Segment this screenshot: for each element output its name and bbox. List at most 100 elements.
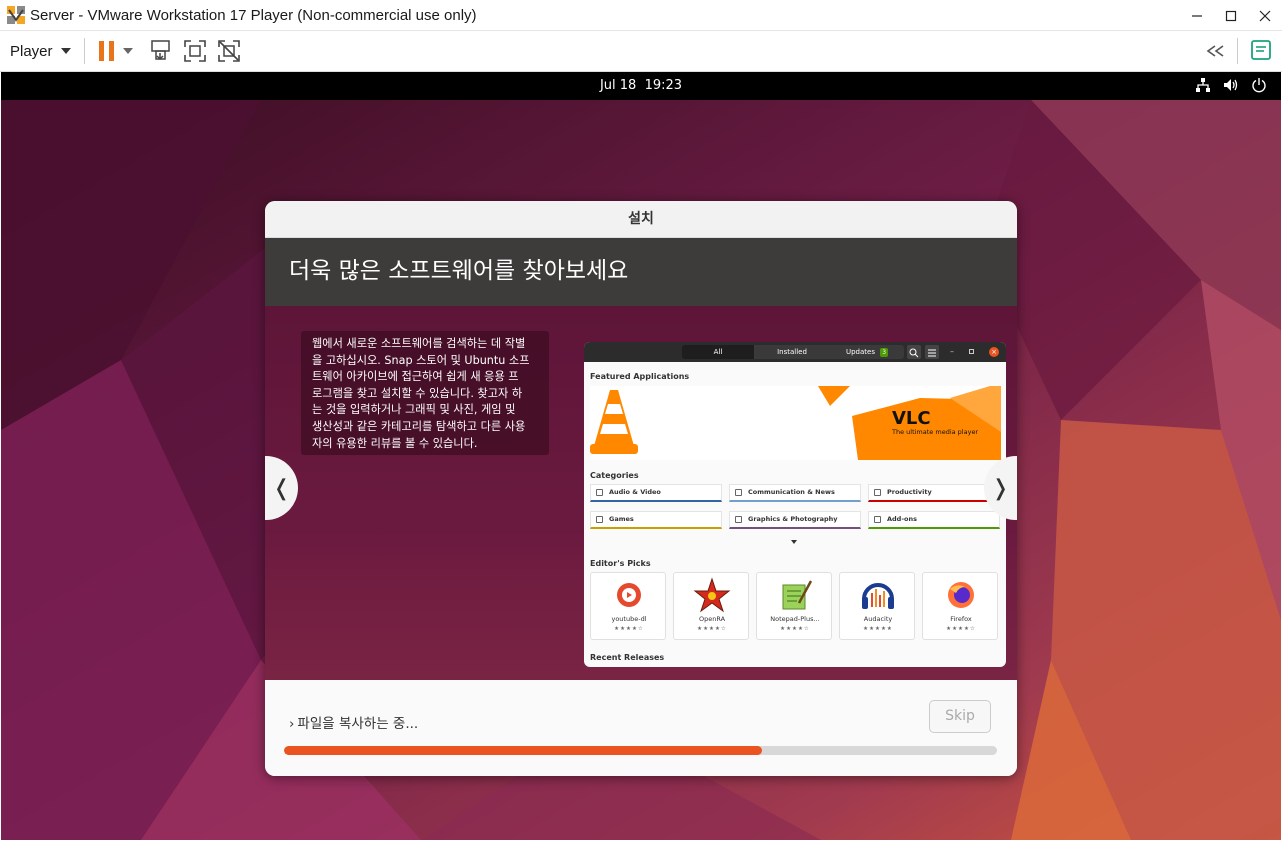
pick-rating: ★★★★☆	[946, 626, 976, 632]
chevron-left-icon: ❬	[272, 475, 291, 501]
category-audio-video: Audio & Video	[590, 484, 722, 502]
slide-text-line: 트웨어 아카이브에 접근하여 쉽게 새 응용 프	[312, 370, 519, 384]
volume-icon	[1223, 77, 1239, 97]
toolbar-divider-right	[1237, 38, 1238, 64]
power-icon	[1251, 77, 1267, 97]
editors-picks-heading: Editor's Picks	[590, 559, 651, 568]
category-add-ons: Add-ons	[868, 511, 1000, 529]
toolbar-divider	[83, 38, 85, 64]
close-icon[interactable]	[1248, 0, 1282, 31]
category-label: Audio & Video	[609, 488, 661, 496]
clock-date: Jul 18	[599, 78, 637, 93]
slideshow: 웹에서 새로운 소프트웨어를 검색하는 데 작별 을 고하십시오. Snap 스…	[265, 306, 1017, 680]
edit-icon	[874, 489, 881, 496]
featured-banner: VLC The ultimate media player	[590, 386, 1001, 460]
chevron-down-icon	[60, 48, 71, 54]
updates-badge: 3	[880, 348, 889, 357]
image-icon	[735, 516, 742, 523]
chat-icon	[735, 489, 742, 496]
ubuntu-top-bar: Jul 18 19:23	[1, 72, 1281, 100]
category-games: Games	[590, 511, 722, 529]
slide-text-line: 는 것을 입력하거나 그래픽 및 사진, 게임 및	[312, 403, 516, 417]
category-label: Graphics & Photography	[748, 515, 838, 523]
send-ctrl-alt-del-icon[interactable]	[149, 39, 173, 63]
unity-icon[interactable]	[217, 39, 241, 63]
installer-dialog: 설치 더욱 많은 소프트웨어를 찾아보세요 웹에서 새로운 소프트웨어를 검색하…	[265, 201, 1017, 776]
pick-firefox: Firefox ★★★★☆	[922, 572, 998, 640]
youtube-dl-icon	[617, 583, 641, 607]
featured-app-tagline: The ultimate media player	[892, 428, 979, 436]
search-icon	[907, 345, 921, 359]
slide-prev-button[interactable]: ❬	[265, 456, 298, 520]
notepad-plus-icon	[782, 580, 813, 610]
pick-youtube-dl: youtube-dl ★★★★☆	[590, 572, 666, 640]
notes-icon[interactable]	[1250, 39, 1272, 61]
pause-dropdown-chevron-icon[interactable]	[122, 47, 133, 55]
minimize-icon: –	[950, 347, 954, 356]
vmware-title-bar: Server - VMware Workstation 17 Player (N…	[0, 0, 1282, 31]
vlc-cone-icon	[590, 386, 1001, 460]
close-icon: ×	[989, 347, 999, 357]
pause-icon[interactable]	[97, 40, 117, 62]
expand-categories-icon	[791, 540, 797, 544]
installer-footer: › 파일을 복사하는 중... Skip	[265, 680, 1017, 776]
pick-name: Audacity	[863, 615, 893, 623]
clock[interactable]: Jul 18 19:23	[1, 78, 1281, 93]
maximize-icon[interactable]	[1214, 0, 1248, 31]
music-note-icon	[596, 489, 603, 496]
back-icon[interactable]	[1205, 40, 1227, 62]
full-screen-icon[interactable]	[183, 39, 207, 63]
system-tray[interactable]	[1195, 77, 1267, 97]
featured-app-name: VLC	[892, 408, 931, 429]
tab-updates: Updates 3	[830, 345, 904, 359]
pick-notepad-plus: Notepad-Plus... ★★★★☆	[756, 572, 832, 640]
vm-display[interactable]: Jul 18 19:23 설치 더욱 많은 소프트웨어를 찾아보세요 웹에서 새…	[1, 72, 1281, 840]
maximize-icon	[969, 349, 974, 354]
featured-heading: Featured Applications	[590, 372, 690, 381]
progress-details-toggle[interactable]: › 파일을 복사하는 중...	[289, 712, 418, 732]
menu-icon	[925, 345, 939, 359]
pick-audacity: Audacity ★★★★★	[839, 572, 915, 640]
openra-icon	[693, 577, 731, 613]
category-graphics-photography: Graphics & Photography	[729, 511, 861, 529]
chevron-right-icon: ❭	[991, 475, 1010, 501]
tab-installed: Installed	[754, 345, 830, 359]
category-label: Games	[609, 515, 634, 523]
slide-text-line: 생산성과 같은 카테고리를 탐색하고 다른 사용	[312, 419, 526, 433]
gamepad-icon	[596, 516, 603, 523]
minimize-icon[interactable]	[1180, 0, 1214, 31]
recent-releases-heading: Recent Releases	[590, 653, 665, 662]
vmware-toolbar: Player	[0, 31, 1282, 72]
progress-label: 파일을 복사하는 중...	[297, 716, 419, 732]
network-icon	[1195, 77, 1211, 97]
pick-name: Firefox	[950, 615, 972, 623]
tab-updates-label: Updates	[845, 348, 875, 356]
clock-time: 19:23	[644, 78, 683, 93]
category-label: Productivity	[887, 488, 932, 496]
installer-title: 설치	[265, 201, 1017, 238]
pick-rating: ★★★★☆	[780, 626, 810, 632]
category-label: Add-ons	[887, 515, 917, 523]
player-menu-label: Player	[10, 42, 53, 60]
pick-rating: ★★★★☆	[614, 626, 644, 632]
category-productivity: Productivity	[868, 484, 1000, 502]
slide-text-line: 을 고하십시오. Snap 스토어 및 Ubuntu 소프	[312, 353, 530, 367]
pick-name: OpenRA	[698, 615, 726, 623]
player-menu-button[interactable]: Player	[10, 43, 71, 60]
software-center-screenshot: All Installed Updates 3 – × Featured App…	[584, 342, 1006, 667]
progress-bar	[284, 746, 997, 755]
category-communication-news: Communication & News	[729, 484, 861, 502]
category-label: Communication & News	[748, 488, 835, 496]
slide-description: 웹에서 새로운 소프트웨어를 검색하는 데 작별 을 고하십시오. Snap 스…	[301, 331, 549, 455]
audacity-icon	[862, 583, 894, 609]
tab-all: All	[682, 345, 754, 359]
slide-text-line: 자의 유용한 리뷰를 볼 수 있습니다.	[312, 436, 478, 450]
window-title: Server - VMware Workstation 17 Player (N…	[30, 6, 477, 24]
categories-heading: Categories	[590, 471, 639, 480]
firefox-icon	[948, 582, 974, 608]
pick-rating: ★★★★☆	[697, 626, 727, 632]
slide-title: 더욱 많은 소프트웨어를 찾아보세요	[265, 238, 1017, 306]
pick-name: Notepad-Plus...	[770, 615, 820, 623]
progress-bar-fill	[284, 746, 762, 755]
skip-button[interactable]: Skip	[929, 700, 991, 733]
